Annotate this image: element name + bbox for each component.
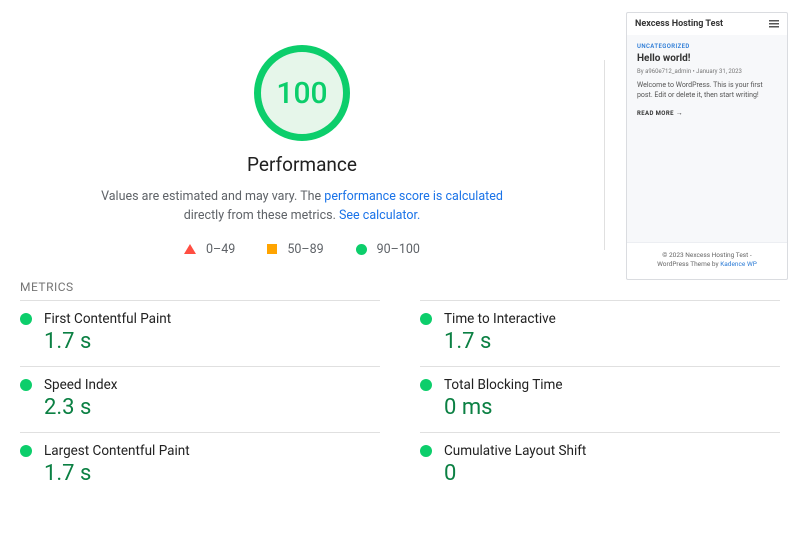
thumb-footer-prefix: WordPress Theme by	[657, 260, 720, 268]
performance-description: Values are estimated and may vary. The p…	[87, 188, 517, 226]
page-screenshot-thumbnail: Nexcess Hosting Test UNCATEGORIZED Hello…	[626, 12, 788, 280]
triangle-icon	[184, 244, 196, 254]
see-calculator-link[interactable]: See calculator.	[339, 208, 420, 223]
thumb-readmore: READ MORE →	[637, 109, 777, 117]
performance-title: Performance	[247, 153, 357, 176]
thumb-post-title: Hello world!	[637, 53, 777, 64]
metric-value: 0 ms	[444, 395, 780, 420]
perf-desc-mid: directly from these metrics.	[184, 208, 339, 223]
status-good-icon	[20, 313, 32, 325]
legend-good-label: 90–100	[377, 242, 420, 257]
thumb-footer-link: Kadence WP	[720, 260, 757, 268]
hamburger-icon	[769, 20, 779, 28]
arrow-right-icon: →	[676, 109, 683, 117]
metric-name: Cumulative Layout Shift	[444, 443, 586, 459]
vertical-divider	[604, 60, 605, 250]
perf-desc-prefix: Values are estimated and may vary. The	[101, 189, 324, 204]
square-icon	[267, 244, 277, 254]
metric-tbt: Total Blocking Time 0 ms	[420, 366, 780, 432]
thumb-site-title: Nexcess Hosting Test	[635, 19, 723, 29]
legend-poor: 0–49	[184, 242, 235, 257]
metric-value: 1.7 s	[444, 329, 780, 354]
metric-value: 1.7 s	[44, 329, 380, 354]
metric-name: Speed Index	[44, 377, 117, 393]
legend-avg-label: 50–89	[287, 242, 323, 257]
status-good-icon	[20, 445, 32, 457]
metric-name: Total Blocking Time	[444, 377, 563, 393]
metric-name: Time to Interactive	[444, 311, 556, 327]
metric-name: First Contentful Paint	[44, 311, 171, 327]
metric-name: Largest Contentful Paint	[44, 443, 190, 459]
metric-tti: Time to Interactive 1.7 s	[420, 300, 780, 366]
score-legend: 0–49 50–89 90–100	[184, 242, 420, 257]
status-good-icon	[20, 379, 32, 391]
circle-icon	[356, 244, 367, 255]
thumb-footer: © 2023 Nexcess Hosting Test - WordPress …	[627, 242, 787, 279]
metric-fcp: First Contentful Paint 1.7 s	[20, 300, 380, 366]
performance-score-gauge: 100	[254, 45, 350, 141]
metric-value: 0	[444, 461, 780, 486]
metric-value: 2.3 s	[44, 395, 380, 420]
thumb-footer-line1: © 2023 Nexcess Hosting Test -	[633, 251, 781, 260]
thumb-welcome-text: Welcome to WordPress. This is your first…	[637, 81, 777, 101]
legend-poor-label: 0–49	[206, 242, 235, 257]
metric-value: 1.7 s	[44, 461, 380, 486]
metric-cls: Cumulative Layout Shift 0	[420, 432, 780, 498]
score-calculated-link[interactable]: performance score is calculated	[324, 189, 503, 204]
thumb-readmore-label: READ MORE	[637, 110, 674, 117]
thumb-byline: By a960e712_admin • January 31, 2023	[637, 68, 777, 75]
performance-score: 100	[276, 76, 327, 111]
metrics-grid: First Contentful Paint 1.7 s Time to Int…	[0, 300, 800, 498]
metric-lcp: Largest Contentful Paint 1.7 s	[20, 432, 380, 498]
status-good-icon	[420, 313, 432, 325]
legend-good: 90–100	[356, 242, 420, 257]
status-good-icon	[420, 379, 432, 391]
legend-average: 50–89	[267, 242, 323, 257]
metric-si: Speed Index 2.3 s	[20, 366, 380, 432]
thumb-category: UNCATEGORIZED	[637, 43, 777, 50]
metrics-header: METRICS	[0, 280, 800, 300]
status-good-icon	[420, 445, 432, 457]
